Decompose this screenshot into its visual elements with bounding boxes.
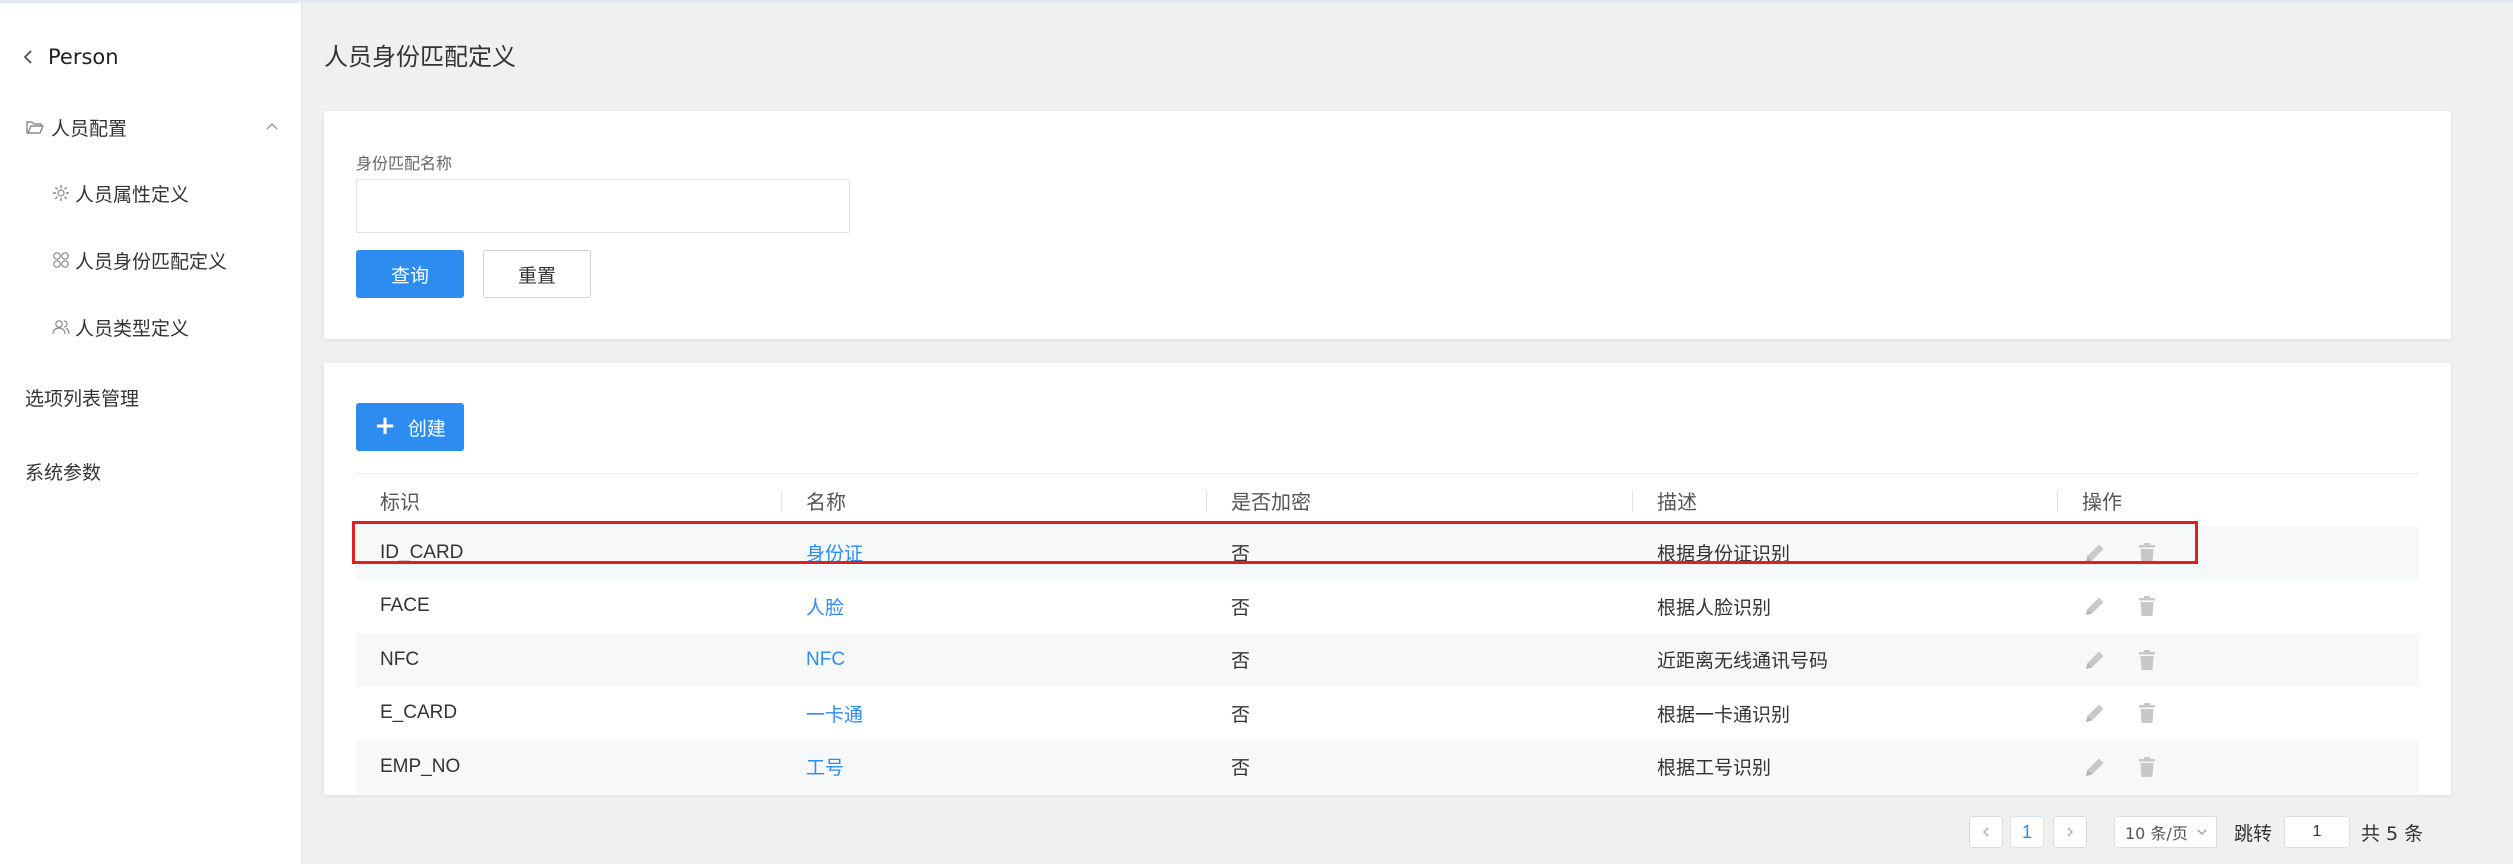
- chevron-up-icon: [266, 123, 278, 130]
- page-size-value: 10 条/页: [2125, 824, 2188, 843]
- identity-name-label: 身份匹配名称: [356, 154, 453, 173]
- sidebar-item-option-list[interactable]: 选项列表管理: [25, 377, 285, 417]
- table-row: FACE 人脸 否 根据人脸识别: [356, 580, 2419, 634]
- cell-description: 根据一卡通识别: [1657, 704, 1791, 726]
- column-header-actions: 操作: [2082, 489, 2122, 514]
- delete-trash-icon[interactable]: [2134, 754, 2160, 780]
- create-button[interactable]: + 创建: [356, 403, 464, 451]
- query-button[interactable]: 查询: [356, 250, 464, 298]
- cell-encrypted: 否: [1231, 758, 1251, 780]
- back-link[interactable]: Person: [20, 39, 119, 75]
- table-header: 标识 名称 是否加密 描述 操作: [356, 473, 2419, 526]
- delete-trash-icon[interactable]: [2134, 540, 2160, 566]
- cell-id: EMP_NO: [380, 755, 461, 777]
- sidebar-item-label: 系统参数: [25, 461, 102, 484]
- column-header-description: 描述: [1633, 474, 2058, 527]
- gear-icon: [53, 185, 69, 201]
- edit-pencil-icon[interactable]: [2082, 700, 2108, 726]
- cell-description: 近距离无线通讯号码: [1657, 651, 1829, 673]
- users-icon: [52, 320, 70, 335]
- filter-panel: 身份匹配名称 查询 重置: [324, 111, 2451, 339]
- next-page-button[interactable]: [2053, 816, 2087, 848]
- cell-id: ID_CARD: [380, 541, 464, 563]
- sidebar-item-label: 人员类型定义: [75, 317, 190, 340]
- table-row: NFC NFC 否 近距离无线通讯号码: [356, 633, 2419, 687]
- plus-icon: +: [374, 411, 396, 441]
- table-row: EMP_NO 工号 否 根据工号识别: [356, 740, 2419, 794]
- edit-pencil-icon[interactable]: [2082, 647, 2108, 673]
- create-label: 创建: [407, 417, 446, 440]
- cell-id: E_CARD: [380, 702, 458, 724]
- reset-button[interactable]: 重置: [483, 250, 591, 298]
- sidebar-item-label: 选项列表管理: [25, 387, 140, 410]
- cell-name-link[interactable]: 工号: [782, 740, 1207, 794]
- identity-name-input[interactable]: [356, 179, 850, 233]
- column-header-encrypted: 是否加密: [1207, 474, 1633, 527]
- prev-page-button[interactable]: [1969, 816, 2003, 848]
- cell-actions: [2058, 633, 2419, 687]
- top-border: [0, 0, 2513, 3]
- table-panel: + 创建 标识 名称 是否加密 描述 操作 ID_CARD 身份证 否 根据身份…: [324, 363, 2451, 795]
- edit-pencil-icon[interactable]: [2082, 593, 2108, 619]
- edit-pencil-icon[interactable]: [2082, 540, 2108, 566]
- cell-encrypted: 否: [1231, 597, 1251, 619]
- cell-id: FACE: [380, 595, 430, 617]
- page-title: 人员身份匹配定义: [324, 42, 516, 71]
- jump-label: 跳转: [2234, 822, 2273, 845]
- cell-actions: [2058, 580, 2419, 634]
- cell-name-link[interactable]: 人脸: [782, 580, 1207, 634]
- cell-encrypted: 否: [1231, 651, 1251, 673]
- table-row: ID_CARD 身份证 否 根据身份证识别: [356, 526, 2419, 580]
- cell-description: 根据人脸识别: [1657, 597, 1772, 619]
- cell-encrypted: 否: [1231, 704, 1251, 726]
- sidebar-item-identity-matching[interactable]: 人员身份匹配定义: [51, 240, 291, 280]
- delete-trash-icon[interactable]: [2134, 700, 2160, 726]
- apps-icon: [53, 252, 69, 268]
- column-header-name: 名称: [782, 474, 1207, 527]
- chevron-right-icon: [2067, 827, 2073, 837]
- cell-description: 根据身份证识别: [1657, 544, 1791, 566]
- cell-description: 根据工号识别: [1657, 758, 1772, 780]
- sidebar: Person 人员配置 人员属性定义 人员身份匹配定义 人员类型定义 选项列表管…: [0, 3, 302, 864]
- sidebar-item-attribute-definition[interactable]: 人员属性定义: [51, 173, 291, 213]
- sidebar-item-label: 人员身份匹配定义: [75, 250, 228, 273]
- page-size-select[interactable]: 10 条/页: [2114, 816, 2217, 848]
- sidebar-item-type-definition[interactable]: 人员类型定义: [51, 307, 291, 347]
- cell-id: NFC: [380, 648, 420, 670]
- identity-table: 标识 名称 是否加密 描述 操作 ID_CARD 身份证 否 根据身份证识别 F…: [356, 473, 2419, 794]
- delete-trash-icon[interactable]: [2134, 647, 2160, 673]
- cell-name-link[interactable]: NFC: [782, 633, 1207, 687]
- delete-trash-icon[interactable]: [2134, 593, 2160, 619]
- column-header-id: 标识: [356, 474, 782, 527]
- chevron-down-icon: [2197, 829, 2207, 835]
- cell-encrypted: 否: [1231, 544, 1251, 566]
- folder-open-icon: [26, 121, 44, 134]
- cell-name-link[interactable]: 一卡通: [782, 687, 1207, 741]
- chevron-left-icon: [23, 50, 32, 64]
- edit-pencil-icon[interactable]: [2082, 754, 2108, 780]
- table-row: E_CARD 一卡通 否 根据一卡通识别: [356, 687, 2419, 741]
- page-number-button[interactable]: 1: [2010, 816, 2044, 848]
- chevron-left-icon: [1983, 827, 1989, 837]
- cell-actions: [2058, 687, 2419, 741]
- sidebar-group-person-config[interactable]: 人员配置: [25, 107, 280, 147]
- cell-name-link[interactable]: 身份证: [782, 526, 1207, 580]
- cell-actions: [2058, 526, 2419, 580]
- jump-page-input[interactable]: [2284, 816, 2350, 848]
- sidebar-item-system-params[interactable]: 系统参数: [25, 451, 285, 491]
- sidebar-item-label: 人员属性定义: [75, 183, 190, 206]
- total-count: 共 5 条: [2361, 822, 2424, 845]
- cell-actions: [2058, 740, 2419, 794]
- sidebar-group-label: 人员配置: [51, 117, 128, 140]
- back-label: Person: [48, 45, 119, 69]
